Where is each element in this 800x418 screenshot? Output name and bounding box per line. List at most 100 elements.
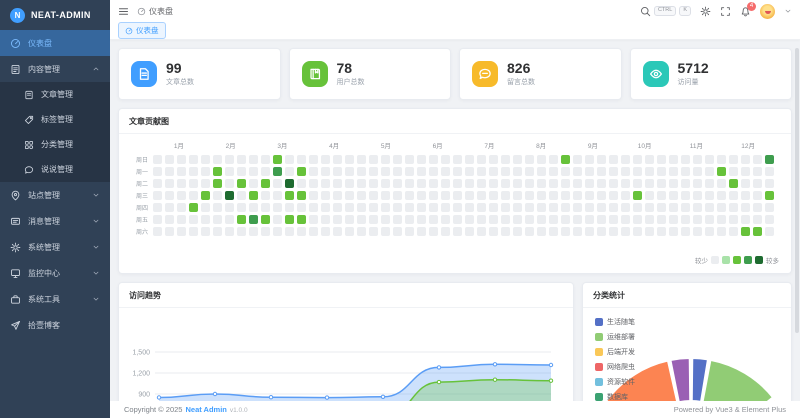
contribution-card: 文章贡献图 1月2月3月4月5月6月7月8月9月10月11月12月 周日周一周二… xyxy=(118,108,792,274)
heatmap-month-label: 2月 xyxy=(205,140,257,150)
legend-swatch xyxy=(595,318,603,326)
heatmap-month-label: 9月 xyxy=(567,140,619,150)
heatmap-cell xyxy=(681,155,690,164)
sidebar-item[interactable]: 系统工具 xyxy=(0,286,110,312)
stat-card: 99文章总数 xyxy=(118,48,281,100)
heatmap-cell xyxy=(453,167,462,176)
heatmap-cell xyxy=(681,215,690,224)
brand-link[interactable]: Neat Admin xyxy=(185,405,226,414)
sidebar-item[interactable]: 站点管理 xyxy=(0,182,110,208)
heatmap-cell xyxy=(681,227,690,236)
heatmap-month-label: 11月 xyxy=(671,140,723,150)
heatmap-cell xyxy=(225,227,234,236)
sidebar-subitem[interactable]: 标签管理 xyxy=(0,107,110,132)
chevron-down-icon[interactable] xyxy=(784,7,792,15)
search-icon[interactable] xyxy=(640,6,651,17)
category-legend-item[interactable]: 生活随笔 xyxy=(595,317,635,327)
heatmap-grid: 周日周一周二周三周四周五周六 xyxy=(129,155,781,236)
site-icon xyxy=(10,190,21,201)
heatmap-day-label: 周三 xyxy=(129,191,153,200)
heatmap-cell xyxy=(717,167,726,176)
heatmap-cell xyxy=(729,191,738,200)
sidebar-item-label: 内容管理 xyxy=(28,64,85,75)
heatmap-cell xyxy=(477,191,486,200)
card-title: 文章贡献图 xyxy=(119,109,791,133)
sidebar-item-label: 系统工具 xyxy=(28,294,85,305)
kbd-k: K xyxy=(679,6,691,16)
heatmap-cell xyxy=(393,227,402,236)
stat-card: 78用户总数 xyxy=(289,48,452,100)
sidebar-item[interactable]: 消息管理 xyxy=(0,208,110,234)
hamburger-menu-icon[interactable] xyxy=(118,6,129,17)
sidebar-item[interactable]: 监控中心 xyxy=(0,260,110,286)
heatmap-cell xyxy=(153,167,162,176)
avatar[interactable] xyxy=(760,4,775,19)
sidebar-item[interactable]: 拾壹博客 xyxy=(0,312,110,338)
heatmap-cell xyxy=(705,179,714,188)
fullscreen-icon[interactable] xyxy=(720,6,731,17)
sidebar-item[interactable]: 内容管理 xyxy=(0,56,110,82)
scrollbar-thumb[interactable] xyxy=(795,48,799,333)
sidebar-item-label: 系统管理 xyxy=(28,242,85,253)
svg-text:900: 900 xyxy=(138,392,150,399)
heatmap-cell xyxy=(573,203,582,212)
heatmap-cell xyxy=(441,227,450,236)
heatmap-cell xyxy=(549,215,558,224)
legend-label: 后端开发 xyxy=(607,347,635,357)
sidebar-item[interactable]: 系统管理 xyxy=(0,234,110,260)
sidebar-item[interactable]: 仪表盘 xyxy=(0,30,110,56)
heatmap-cell xyxy=(333,179,342,188)
heatmap-cell xyxy=(333,167,342,176)
heatmap-cell xyxy=(705,191,714,200)
heatmap-cell xyxy=(441,203,450,212)
heatmap-cell xyxy=(429,167,438,176)
tab-dashboard[interactable]: 仪表盘 xyxy=(118,22,166,39)
search-box[interactable]: CTRL K xyxy=(640,6,691,17)
sidebar-subitem[interactable]: 文章管理 xyxy=(0,82,110,107)
heatmap-cell xyxy=(345,191,354,200)
heatmap-cell xyxy=(573,155,582,164)
legend-label: 生活随笔 xyxy=(607,317,635,327)
heatmap-cell xyxy=(369,191,378,200)
heatmap-cell xyxy=(405,191,414,200)
category-legend-item[interactable]: 资源软件 xyxy=(595,377,635,387)
sidebar-subitem[interactable]: 说说管理 xyxy=(0,157,110,182)
heatmap-cell xyxy=(357,215,366,224)
heatmap-cell xyxy=(753,215,762,224)
heatmap-cell xyxy=(561,191,570,200)
category-legend-item[interactable]: 运维部署 xyxy=(595,332,635,342)
heatmap-cell xyxy=(309,155,318,164)
heatmap-cell xyxy=(585,215,594,224)
charts-row: 访问趋势 1,5001,200900 分类统计 生活随笔运维部署后端开发网络爬虫… xyxy=(118,282,792,418)
category-legend: 生活随笔运维部署后端开发网络爬虫资源软件数据库 xyxy=(595,317,635,407)
heatmap-cell xyxy=(489,167,498,176)
heatmap-cell xyxy=(285,191,294,200)
heatmap-cell xyxy=(513,155,522,164)
heatmap-cell xyxy=(333,215,342,224)
category-legend-item[interactable]: 网络爬虫 xyxy=(595,362,635,372)
heatmap-cell xyxy=(597,227,606,236)
heatmap-month-labels: 1月2月3月4月5月6月7月8月9月10月11月12月 xyxy=(153,140,781,150)
heatmap-cell xyxy=(465,167,474,176)
heatmap-cell xyxy=(729,179,738,188)
sidebar-subitem[interactable]: 分类管理 xyxy=(0,132,110,157)
heatmap-cell xyxy=(297,167,306,176)
heatmap-month-label: 4月 xyxy=(308,140,360,150)
logo[interactable]: N NEAT-ADMIN xyxy=(0,0,110,30)
heatmap-cell xyxy=(369,155,378,164)
heatmap-cell xyxy=(741,203,750,212)
category-legend-item[interactable]: 后端开发 xyxy=(595,347,635,357)
notifications[interactable]: 4 xyxy=(740,6,751,17)
app-root: N NEAT-ADMIN 仪表盘内容管理文章管理标签管理分类管理说说管理站点管理… xyxy=(0,0,800,418)
heatmap-cell xyxy=(201,179,210,188)
heatmap-cell xyxy=(345,227,354,236)
heatmap-month-label: 6月 xyxy=(412,140,464,150)
gear-icon[interactable] xyxy=(700,6,711,17)
heatmap-cell xyxy=(237,167,246,176)
heatmap-cell xyxy=(465,155,474,164)
heatmap-cell xyxy=(417,167,426,176)
legend-swatch xyxy=(595,393,603,401)
dashboard-icon xyxy=(125,27,133,35)
heatmap-cell xyxy=(261,191,270,200)
heatmap-cell xyxy=(621,155,630,164)
